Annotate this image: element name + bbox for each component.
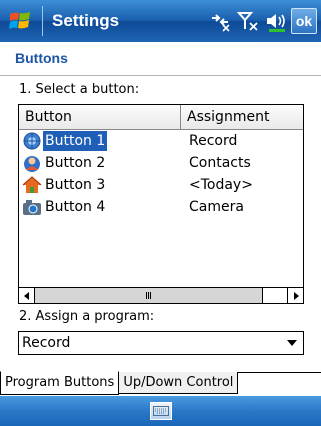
title-bar: Settings ok [0, 0, 321, 42]
assignment-value: Record [189, 133, 238, 149]
ok-button[interactable]: ok [291, 8, 317, 34]
list-row-button-2[interactable]: Button 2 Contacts [19, 152, 303, 174]
button-cell: Button 2 [19, 153, 181, 173]
tab-strip: Program Buttons Up/Down Control [0, 371, 239, 396]
assign-program-label: 2. Assign a program: [19, 309, 155, 324]
keyboard-icon[interactable] [149, 402, 172, 420]
button-name: Button 4 [45, 199, 106, 215]
scroll-grip-icon [146, 292, 151, 299]
column-header-button[interactable]: Button [19, 105, 181, 129]
dropdown-arrow-icon[interactable] [281, 340, 303, 346]
button-name: Button 1 [43, 131, 108, 151]
scroll-left-button[interactable] [19, 288, 35, 303]
column-header-assignment[interactable]: Assignment [181, 105, 303, 129]
title-divider [42, 6, 43, 36]
list-row-button-1[interactable]: Button 1 Record [19, 130, 303, 152]
heading-divider [0, 75, 321, 76]
home-icon [22, 176, 42, 193]
contacts-icon [24, 156, 40, 172]
button-cell: Button 1 [19, 131, 181, 151]
scroll-right-button[interactable] [287, 288, 303, 303]
connectivity-icon[interactable] [209, 10, 231, 32]
signal-off-icon[interactable] [237, 10, 259, 32]
start-button[interactable] [0, 0, 40, 42]
scroll-thumb[interactable] [35, 288, 263, 303]
camera-icon [23, 200, 41, 215]
list-header: Button Assignment [19, 105, 303, 130]
horizontal-scrollbar[interactable] [19, 287, 303, 303]
button-cell: Button 4 [19, 197, 181, 217]
assignment-value: Camera [189, 199, 244, 215]
list-row-button-4[interactable]: Button 4 Camera [19, 196, 303, 218]
program-select[interactable]: Record [18, 331, 304, 355]
status-icons [209, 10, 287, 32]
page-title: Buttons [15, 50, 68, 66]
app-title: Settings [52, 11, 120, 30]
program-select-value: Record [22, 335, 71, 351]
command-bar [0, 396, 321, 426]
windows-flag-icon [9, 12, 30, 29]
button-name: Button 2 [45, 155, 106, 171]
assignment-value: Contacts [189, 155, 251, 171]
button-cell: Button 3 [19, 175, 181, 195]
tab-program-buttons[interactable]: Program Buttons [0, 371, 120, 395]
tab-up-down-control[interactable]: Up/Down Control [118, 372, 239, 394]
button-name: Button 3 [45, 177, 106, 193]
list-row-button-3[interactable]: Button 3 <Today> [19, 174, 303, 196]
arrow-left-icon [23, 291, 29, 300]
buttons-list[interactable]: Button Assignment Button 1 Record Button… [18, 104, 304, 304]
arrow-right-icon [293, 291, 299, 300]
volume-icon[interactable] [265, 10, 287, 32]
scroll-track[interactable] [35, 288, 287, 303]
record-mic-icon [23, 132, 41, 150]
select-button-label: 1. Select a button: [19, 82, 140, 97]
assignment-value: <Today> [189, 177, 253, 193]
